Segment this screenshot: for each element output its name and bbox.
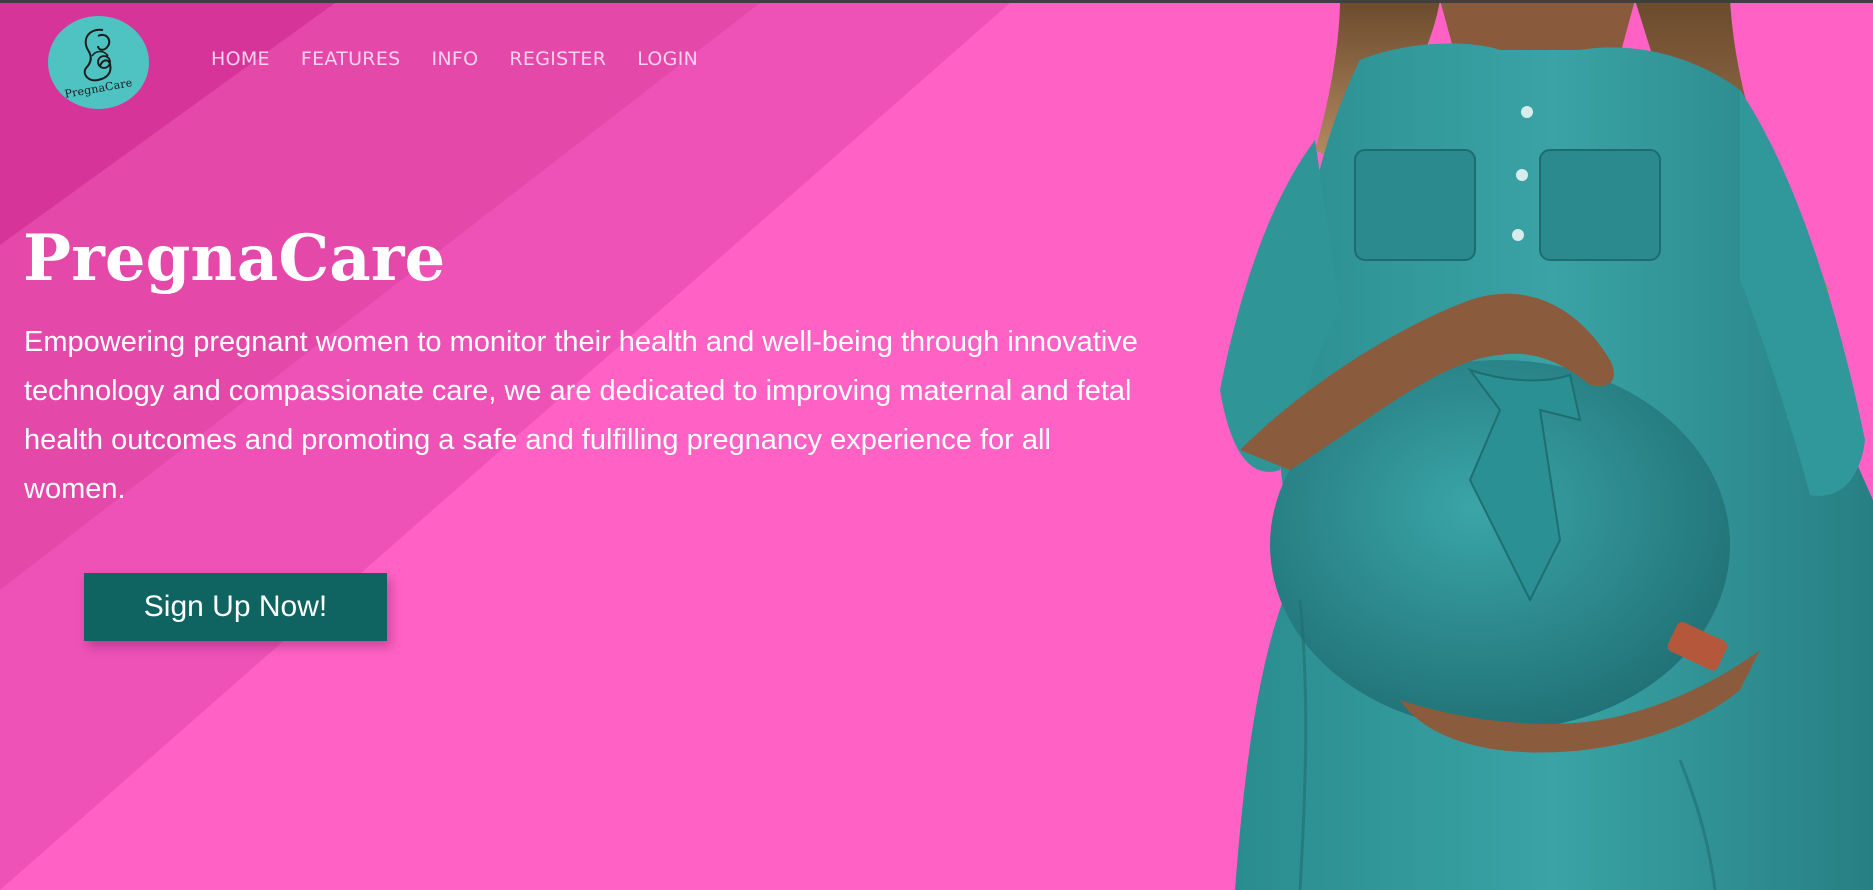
main-nav: HOME FEATURES INFO REGISTER LOGIN [211, 48, 698, 70]
nav-home[interactable]: HOME [211, 48, 270, 70]
sign-up-button[interactable]: Sign Up Now! [84, 573, 387, 641]
nav-features[interactable]: FEATURES [301, 48, 401, 70]
hero-title: PregnaCare [23, 221, 446, 296]
nav-register[interactable]: REGISTER [509, 48, 606, 70]
hero-description: Empowering pregnant women to monitor the… [24, 326, 1138, 505]
logo[interactable]: PregnaCare [48, 16, 149, 109]
top-border [0, 0, 1873, 3]
nav-login[interactable]: LOGIN [637, 48, 698, 70]
hero-image [1220, 0, 1873, 890]
nav-info[interactable]: INFO [431, 48, 478, 70]
